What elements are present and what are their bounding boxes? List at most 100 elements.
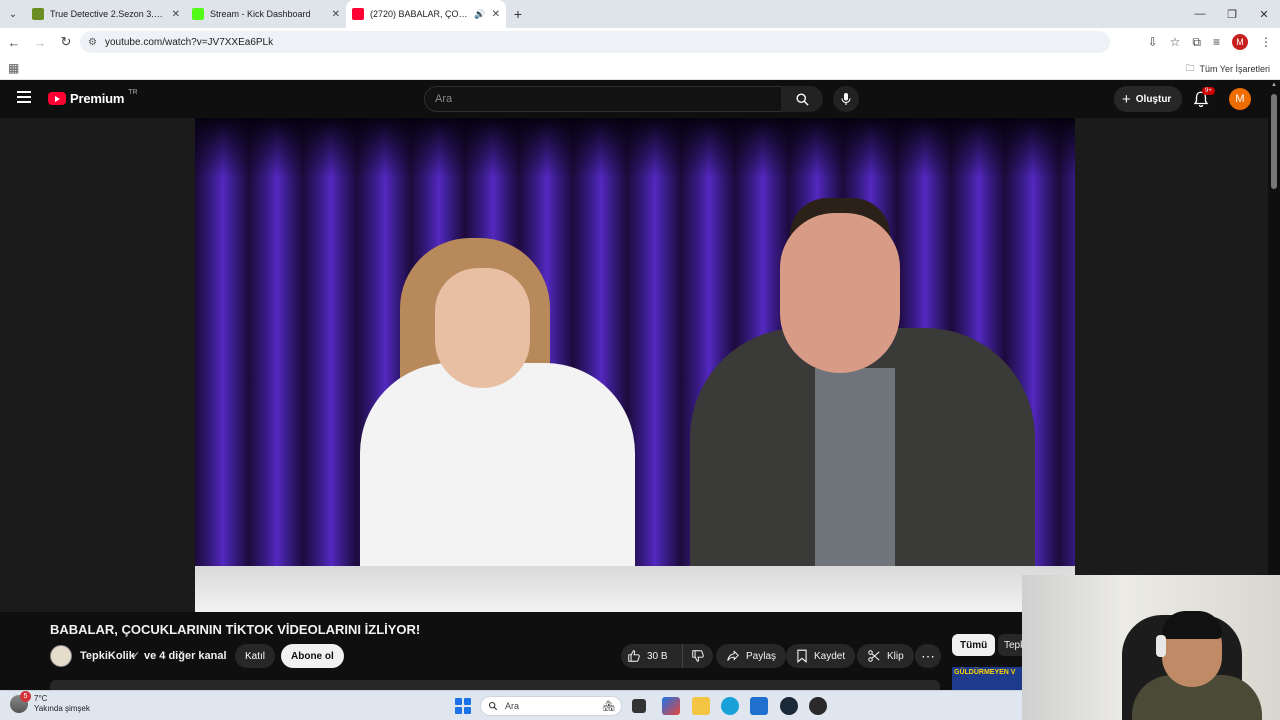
scissors-icon	[868, 650, 880, 662]
address-bar[interactable]: ⚙ youtube.com/watch?v=JV7XXEa6PLk	[80, 31, 1110, 53]
all-bookmarks-button[interactable]: 🗀 Tüm Yer İşaretleri	[1185, 61, 1270, 77]
apps-grid-icon[interactable]: ▦	[8, 61, 19, 75]
bookmark-star-icon[interactable]: ☆	[1170, 35, 1181, 49]
window-controls: — ❐ ✕	[1184, 0, 1280, 28]
streamer-hair	[1162, 611, 1222, 639]
like-button[interactable]: 30 B	[621, 644, 676, 668]
recommended-video-thumbnail[interactable]: GÜLDÜRMEYEN V	[952, 667, 1022, 690]
close-window-icon[interactable]: ✕	[1248, 0, 1280, 28]
microsoft-store-icon[interactable]	[750, 697, 768, 715]
edge-browser-icon[interactable]	[721, 697, 739, 715]
channel-name[interactable]: TepkiKolik	[80, 650, 135, 662]
channel-avatar[interactable]	[50, 645, 72, 667]
tab-favicon	[352, 8, 364, 20]
tab-true-detective[interactable]: True Detective 2.Sezon 3.Bölüm ✕	[26, 0, 186, 28]
dislike-button[interactable]	[681, 644, 713, 668]
weather-alert-badge: 5	[20, 691, 31, 702]
task-view-icon[interactable]	[632, 699, 646, 713]
minimize-icon[interactable]: —	[1184, 0, 1216, 28]
share-label: Paylaş	[746, 650, 777, 662]
thumbs-down-icon	[691, 650, 704, 662]
save-label: Kaydet	[814, 650, 846, 662]
region-code: TR	[128, 89, 138, 96]
scroll-thumb[interactable]	[1271, 94, 1277, 189]
youtube-premium-logo[interactable]: Premium TR	[48, 89, 138, 106]
bookmark-icon	[797, 649, 807, 663]
chip-reaction[interactable]: Tepki	[998, 634, 1022, 656]
thumbs-up-icon	[628, 650, 640, 662]
player-ambient-left	[0, 118, 195, 612]
weather-widget[interactable]: 5 7°C Yakında şimşek	[10, 691, 90, 714]
profile-avatar[interactable]: M	[1232, 34, 1248, 50]
clip-button[interactable]: Klip	[857, 644, 914, 668]
reload-icon[interactable]: ↻	[54, 30, 78, 54]
video-info-section: BABALAR, ÇOCUKLARININ TİKTOK VİDEOLARINI…	[0, 612, 1022, 690]
all-bookmarks-label: Tüm Yer İşaretleri	[1199, 64, 1270, 74]
plus-icon: +	[1122, 90, 1131, 108]
man-face	[780, 213, 900, 373]
menu-kebab-icon[interactable]: ⋮	[1260, 35, 1272, 49]
man-grey-tshirt	[815, 368, 895, 568]
file-explorer-icon[interactable]	[692, 697, 710, 715]
voice-search-button[interactable]	[833, 86, 859, 112]
close-icon[interactable]: ✕	[172, 9, 180, 20]
install-app-icon[interactable]: ⇩	[1148, 35, 1158, 49]
media-control-icon[interactable]: ≡	[1213, 35, 1220, 49]
brand-text: Premium	[70, 91, 125, 106]
woman-face	[435, 268, 530, 388]
close-icon[interactable]: ✕	[492, 9, 500, 20]
account-avatar[interactable]: M	[1229, 88, 1251, 110]
weather-text: 7°C Yakında şimşek	[34, 694, 90, 714]
widgets-app-icon[interactable]	[662, 697, 680, 715]
video-player[interactable]	[0, 118, 1268, 612]
site-info-icon[interactable]: ⚙	[88, 37, 97, 48]
tab-favicon	[32, 8, 44, 20]
bookmarks-bar: ▦ 🗀 Tüm Yer İşaretleri	[0, 56, 1280, 80]
more-actions-button[interactable]: ⋯	[915, 644, 941, 668]
toolbar-actions: ⇩ ☆ ⧉ ≡ M ⋮	[1148, 31, 1272, 53]
search-button[interactable]	[781, 86, 823, 112]
video-title: BABALAR, ÇOCUKLARININ TİKTOK VİDEOLARINI…	[50, 622, 421, 637]
forward-arrow-icon[interactable]: →	[28, 30, 52, 54]
subscribe-button[interactable]: Abone ol	[281, 644, 344, 668]
tab-youtube[interactable]: (2720) BABALAR, ÇOCUKLA 🔊 ✕	[346, 0, 506, 28]
guide-menu-icon[interactable]	[17, 91, 31, 103]
restore-icon[interactable]: ❐	[1216, 0, 1248, 28]
tab-title: True Detective 2.Sezon 3.Bölüm	[50, 9, 166, 19]
save-button[interactable]: Kaydet	[786, 644, 856, 668]
create-label: Oluştur	[1135, 93, 1172, 105]
storm-cloud-icon: 5	[10, 691, 31, 713]
browser-toolbar: ← → ↻ ⚙ youtube.com/watch?v=JV7XXEa6PLk …	[0, 28, 1280, 56]
close-icon[interactable]: ✕	[332, 9, 340, 20]
tab-search-button[interactable]: ⌄	[0, 0, 26, 28]
create-button[interactable]: + Oluştur	[1114, 86, 1183, 112]
search-input[interactable]	[435, 93, 781, 105]
back-arrow-icon[interactable]: ←	[2, 30, 26, 54]
windows-start-icon[interactable]	[455, 698, 471, 714]
share-button[interactable]: Paylaş	[716, 644, 787, 668]
video-frame[interactable]	[195, 118, 1075, 612]
temperature: 7°C	[34, 694, 48, 703]
obs-icon[interactable]	[809, 697, 827, 715]
join-button[interactable]: Katıl	[235, 644, 276, 668]
collab-channels-link[interactable]: ve 4 diğer kanal	[144, 650, 227, 662]
microphone-icon	[841, 93, 851, 105]
description-box[interactable]	[50, 680, 940, 690]
taskbar-search[interactable]: Ara 🏘	[480, 696, 622, 716]
webcam-overlay	[1022, 575, 1280, 720]
search-icon	[796, 93, 809, 106]
new-tab-button[interactable]: +	[506, 6, 530, 22]
youtube-play-icon	[48, 92, 66, 105]
scroll-up-arrow-icon[interactable]: ▲	[1268, 82, 1280, 88]
steam-icon[interactable]	[780, 697, 798, 715]
share-arrow-icon	[727, 650, 739, 661]
woman-white-shirt	[360, 363, 635, 578]
curtain-shadow	[195, 118, 1075, 178]
speaker-icon[interactable]: 🔊	[474, 9, 485, 20]
folder-icon: 🗀	[1185, 63, 1195, 73]
player-ambient-right	[1075, 118, 1268, 612]
extensions-icon[interactable]: ⧉	[1192, 35, 1201, 50]
clip-label: Klip	[887, 650, 904, 662]
tab-kick-dashboard[interactable]: Stream - Kick Dashboard ✕	[186, 0, 346, 28]
chip-all[interactable]: Tümü	[952, 634, 996, 656]
